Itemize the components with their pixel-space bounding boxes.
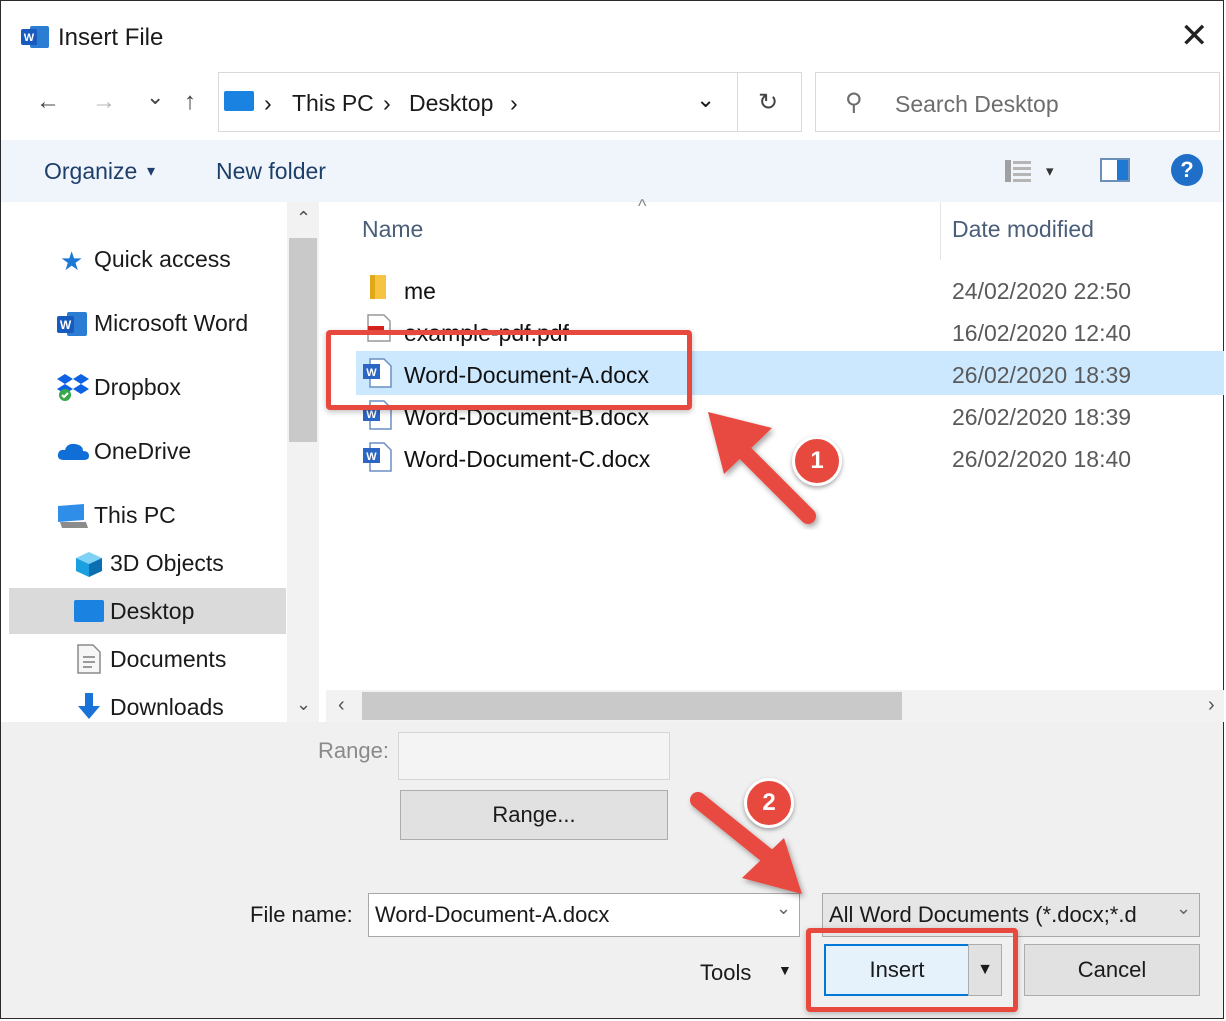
file-name-label: File name:	[250, 902, 353, 927]
file-row-name[interactable]: Word-Document-C.docx	[404, 446, 650, 473]
file-type-dropdown-chevron-icon[interactable]: ⌄	[1176, 898, 1191, 919]
sidebar-item-dropbox[interactable]: Dropbox	[94, 374, 181, 401]
dropbox-icon	[57, 374, 89, 401]
sidebar-item-onedrive[interactable]: OneDrive	[94, 438, 191, 465]
breadcrumb-separator: ›	[264, 90, 272, 116]
breadcrumb-desktop[interactable]: Desktop	[409, 90, 493, 117]
file-row-date: 16/02/2020 12:40	[952, 320, 1132, 346]
range-button[interactable]: Range...	[400, 790, 668, 840]
search-icon: ⚲	[845, 89, 863, 116]
title-bar	[1, 1, 1223, 69]
file-row-date: 24/02/2020 22:50	[952, 278, 1132, 304]
file-type-value: All Word Documents (*.docx;*.d	[829, 902, 1137, 927]
command-toolbar	[1, 140, 1223, 202]
view-details-icon[interactable]	[1004, 158, 1032, 184]
column-header-date-modified[interactable]: Date modified	[952, 216, 1094, 243]
step-2-badge: 2	[744, 778, 794, 828]
word-icon: W	[57, 312, 87, 336]
desktop-icon	[74, 600, 104, 622]
svg-text:W: W	[366, 451, 377, 463]
word-doc-icon: W	[363, 442, 392, 472]
scroll-right-arrow-icon[interactable]: ›	[1208, 694, 1215, 717]
breadcrumb-separator[interactable]: ›	[510, 90, 518, 117]
preview-pane-icon[interactable]	[1100, 158, 1130, 182]
file-row-date: 26/02/2020 18:39	[952, 362, 1132, 388]
scroll-left-arrow-icon[interactable]: ‹	[338, 694, 345, 717]
file-row-name[interactable]: me	[404, 278, 436, 305]
forward-arrow-icon[interactable]: →	[92, 88, 116, 116]
new-folder-button[interactable]: New folder	[216, 158, 326, 185]
search-placeholder: Search Desktop	[895, 91, 1059, 117]
computer-icon	[58, 504, 88, 528]
star-icon: ★	[60, 246, 84, 276]
highlight-box-selected-file	[326, 330, 692, 410]
download-icon	[78, 693, 100, 719]
up-arrow-icon[interactable]: ↑	[184, 88, 196, 116]
breadcrumb-separator: ›	[383, 90, 391, 116]
cancel-button[interactable]: Cancel	[1024, 944, 1200, 996]
folder-icon	[370, 275, 386, 299]
range-input[interactable]	[398, 732, 670, 780]
close-icon[interactable]: ✕	[1180, 16, 1209, 56]
address-dropdown-chevron-icon[interactable]: ⌄	[696, 86, 715, 113]
sidebar-item-this-pc[interactable]: This PC	[94, 502, 176, 529]
range-label: Range:	[318, 738, 389, 763]
window-title: Insert File	[58, 24, 164, 51]
column-header-name[interactable]: Name	[362, 216, 423, 243]
svg-text:W: W	[60, 318, 72, 332]
organize-caret-icon[interactable]: ▾	[147, 161, 155, 181]
word-logo-icon: W	[21, 26, 49, 48]
document-icon	[77, 644, 101, 674]
file-row-date: 26/02/2020 18:39	[952, 404, 1132, 430]
view-options-caret-icon[interactable]: ▾	[1046, 162, 1054, 180]
help-icon[interactable]: ?	[1171, 154, 1203, 186]
breadcrumb-this-pc[interactable]: This PC	[292, 90, 374, 117]
sidebar-item-desktop[interactable]: Desktop	[110, 598, 194, 625]
cube-icon	[76, 552, 102, 577]
sidebar-scrollbar-thumb[interactable]	[289, 238, 317, 442]
file-name-value: Word-Document-A.docx	[375, 902, 610, 927]
desktop-location-icon	[224, 91, 254, 111]
scroll-up-arrow-icon[interactable]: ⌃	[296, 208, 311, 229]
tools-caret-icon[interactable]: ▼	[778, 962, 792, 978]
cloud-icon	[57, 443, 89, 460]
horizontal-scrollbar-thumb[interactable]	[362, 692, 902, 720]
svg-text:W: W	[366, 409, 377, 421]
scroll-down-arrow-icon[interactable]: ⌄	[296, 694, 311, 715]
file-row-date: 26/02/2020 18:40	[952, 446, 1132, 472]
tools-button[interactable]: Tools	[700, 960, 751, 986]
step-1-badge: 1	[792, 436, 842, 486]
column-divider[interactable]	[940, 202, 941, 260]
refresh-icon[interactable]: ↻	[758, 88, 778, 117]
sidebar-item-documents[interactable]: Documents	[110, 646, 226, 673]
sidebar-item-microsoft-word[interactable]: Microsoft Word	[94, 310, 248, 337]
sidebar-item-3d-objects[interactable]: 3D Objects	[110, 550, 224, 577]
address-divider	[737, 72, 738, 132]
back-arrow-icon[interactable]: ←	[36, 88, 60, 116]
recent-locations-chevron-icon[interactable]: ⌄	[146, 84, 164, 110]
highlight-box-insert-button	[806, 928, 1018, 1012]
sort-ascending-icon: ^	[638, 196, 647, 216]
sidebar-item-quick-access[interactable]: Quick access	[94, 246, 231, 273]
svg-text:W: W	[24, 32, 35, 44]
organize-button[interactable]: Organize	[44, 158, 137, 185]
sidebar-item-downloads[interactable]: Downloads	[110, 694, 224, 721]
